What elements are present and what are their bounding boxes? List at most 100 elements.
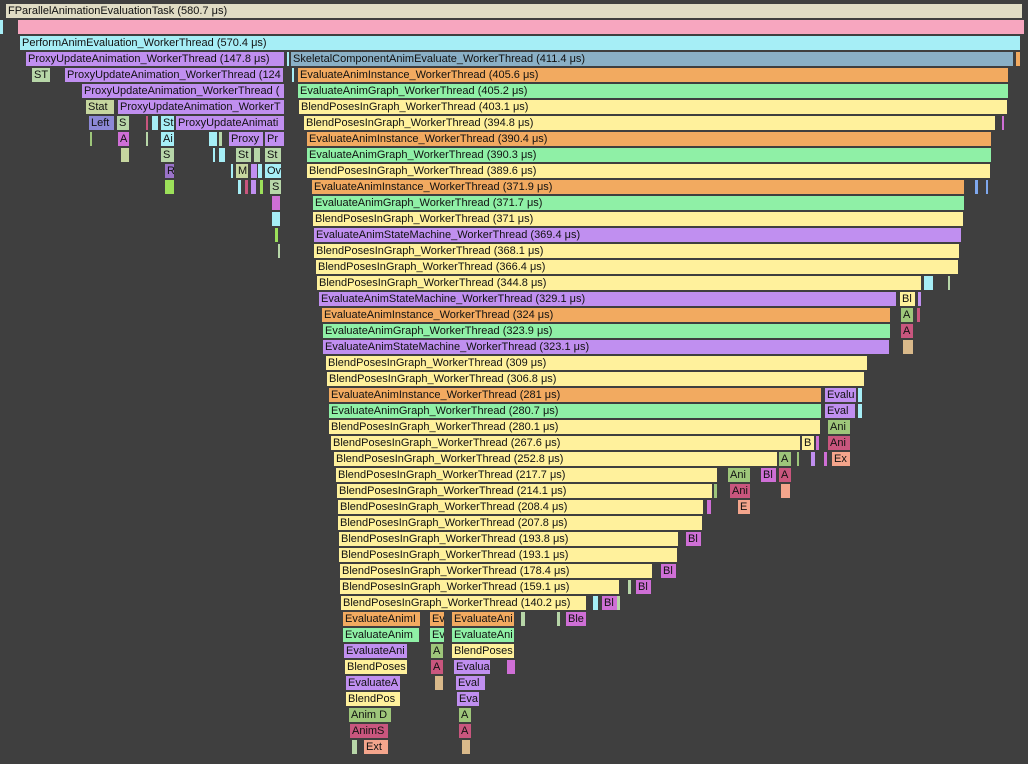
event-b-1[interactable]: B [802,436,814,450]
event-sliver[interactable] [231,164,233,178]
event-sliver[interactable] [272,212,280,226]
event-evaluate-ani-2[interactable]: EvaluateAni [452,628,514,642]
event-sliver[interactable] [816,436,819,450]
event-st-2[interactable]: St [161,116,174,130]
event-anim-s[interactable]: AnimS [350,724,388,738]
event-proxy-update-d[interactable]: ProxyUpdateAnimation_WorkerT [118,100,284,114]
event-s-2[interactable]: S [161,148,174,162]
event-bl-6[interactable]: Bl [602,596,617,610]
event-ex-1[interactable]: Ex [832,452,850,466]
event-blend-193-1[interactable]: BlendPosesInGraph_WorkerThread (193.1 μs… [339,548,677,562]
event-sliver[interactable] [507,660,515,674]
event-blend-252[interactable]: BlendPosesInGraph_WorkerThread (252.8 μs… [334,452,777,466]
event-blend-pos[interactable]: BlendPos [346,692,400,706]
event-sliver[interactable] [707,500,711,514]
event-sliver[interactable] [219,132,222,146]
event-ani-1[interactable]: Ani [828,420,850,434]
event-eval-anim-graph-323[interactable]: EvaluateAnimGraph_WorkerThread (323.9 μs… [323,324,890,338]
event-bl-4[interactable]: Bl [661,564,676,578]
event-blend-389[interactable]: BlendPosesInGraph_WorkerThread (389.6 μs… [307,164,990,178]
event-sliver[interactable] [903,340,913,354]
event-a-1[interactable]: A [118,132,129,146]
event-eval-anim-i[interactable]: EvaluateAnimI [343,612,420,626]
event-ev-2[interactable]: Ev [430,628,444,642]
event-anim-d[interactable]: Anim D [349,708,391,722]
event-sliver[interactable] [462,740,470,754]
event-sliver[interactable] [0,20,3,34]
event-bl-2[interactable]: Bl [761,468,776,482]
event-blend-217[interactable]: BlendPosesInGraph_WorkerThread (217.7 μs… [336,468,717,482]
event-sliver[interactable] [245,180,248,194]
event-sliver[interactable] [986,180,988,194]
event-sliver[interactable] [593,596,598,610]
event-state-machine-323[interactable]: EvaluateAnimStateMachine_WorkerThread (3… [323,340,889,354]
event-wrapper[interactable] [18,20,1024,34]
event-sliver[interactable] [287,52,289,66]
event-state-machine-369[interactable]: EvaluateAnimStateMachine_WorkerThread (3… [314,228,961,242]
event-eval-anim-graph-390[interactable]: EvaluateAnimGraph_WorkerThread (390.3 μs… [307,148,991,162]
event-st-3[interactable]: St [236,148,251,162]
event-sliver[interactable] [275,228,278,242]
event-sliver[interactable] [152,116,158,130]
event-sliver[interactable] [918,292,921,306]
event-sliver[interactable] [628,580,631,594]
event-eval-anim-graph-405[interactable]: EvaluateAnimGraph_WorkerThread (405.2 μs… [298,84,1008,98]
event-eval-anim-inst-324[interactable]: EvaluateAnimInstance_WorkerThread (324 μ… [322,308,890,322]
event-sliver[interactable] [352,740,357,754]
event-bl-3[interactable]: Bl [686,532,701,546]
event-sliver[interactable] [238,180,241,194]
event-sliver[interactable] [213,148,215,162]
event-skeletal-eval[interactable]: SkeletalComponentAnimEvaluate_WorkerThre… [291,52,1013,66]
event-sliver[interactable] [811,452,815,466]
event-r-1[interactable]: R [165,164,174,178]
event-eval-anim-inst-371[interactable]: EvaluateAnimInstance_WorkerThread (371.9… [312,180,964,194]
event-ov-1[interactable]: Ov [265,164,281,178]
event-ext-1[interactable]: Ext [364,740,388,754]
event-sliver[interactable] [557,612,560,626]
event-root-task[interactable]: FParallelAnimationEvaluationTask (580.7 … [6,4,1022,18]
event-blend-306[interactable]: BlendPosesInGraph_WorkerThread (306.8 μs… [327,372,864,386]
event-evalu-1[interactable]: Evalu [825,388,856,402]
event-eval-1[interactable]: Eval [825,404,855,418]
event-sliver[interactable] [824,452,827,466]
event-sliver[interactable] [1016,52,1020,66]
event-blend-207[interactable]: BlendPosesInGraph_WorkerThread (207.8 μs… [338,516,702,530]
event-sliver[interactable] [781,484,790,498]
event-stat[interactable]: Stat [86,100,114,114]
event-sliver[interactable] [219,148,225,162]
event-blend-403[interactable]: BlendPosesInGraph_WorkerThread (403.1 μs… [299,100,1007,114]
event-sliver[interactable] [917,308,920,322]
event-st-1[interactable]: ST [32,68,50,82]
event-proxy-update-c[interactable]: ProxyUpdateAnimation_WorkerThread ( [82,84,284,98]
event-a-9[interactable]: A [459,724,471,738]
event-proxy-update-e[interactable]: ProxyUpdateAnimati [176,116,284,130]
event-sliver[interactable] [292,68,294,82]
event-eval-anim-graph-371[interactable]: EvaluateAnimGraph_WorkerThread (371.7 μs… [313,196,964,210]
event-sliver[interactable] [258,164,262,178]
event-a-6[interactable]: A [431,644,443,658]
event-perform-anim-eval[interactable]: PerformAnimEvaluation_WorkerThread (570.… [20,36,1020,50]
event-sliver[interactable] [948,276,950,290]
event-proxy-f[interactable]: Proxy [229,132,263,146]
event-evalua-1[interactable]: Evalua [454,660,490,674]
event-sliver[interactable] [617,596,620,610]
event-blend-poses-2[interactable]: BlendPoses [345,660,407,674]
event-eval-anim-inst-281[interactable]: EvaluateAnimInstance_WorkerThread (281 μ… [329,388,821,402]
event-sliver[interactable] [251,164,257,178]
event-left[interactable]: Left [89,116,114,130]
event-eval-2[interactable]: Eval [456,676,485,690]
event-blend-178[interactable]: BlendPosesInGraph_WorkerThread (178.4 μs… [340,564,652,578]
event-sliver[interactable] [714,484,717,498]
event-state-machine-329[interactable]: EvaluateAnimStateMachine_WorkerThread (3… [319,292,896,306]
event-blend-366[interactable]: BlendPosesInGraph_WorkerThread (366.4 μs… [316,260,958,274]
event-evaluate-ani-1[interactable]: EvaluateAni [452,612,514,626]
event-sliver[interactable] [1002,116,1004,130]
event-blend-394[interactable]: BlendPosesInGraph_WorkerThread (394.8 μs… [304,116,995,130]
event-blend-309[interactable]: BlendPosesInGraph_WorkerThread (309 μs) [326,356,867,370]
event-sliver[interactable] [90,132,92,146]
event-bl-1[interactable]: Bl [900,292,915,306]
event-ani-3[interactable]: Ani [728,468,750,482]
event-blend-poses-1[interactable]: BlendPoses [452,644,514,658]
event-e-1[interactable]: E [738,500,750,514]
event-blend-159[interactable]: BlendPosesInGraph_WorkerThread (159.1 μs… [340,580,619,594]
